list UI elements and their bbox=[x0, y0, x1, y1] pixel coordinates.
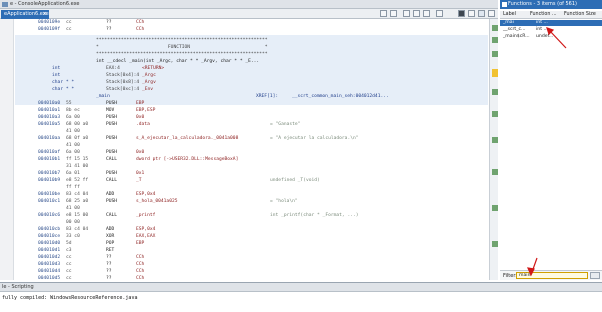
arrow-line-function bbox=[548, 29, 567, 49]
arrow-head-filter bbox=[527, 267, 535, 277]
annotation-arrows bbox=[527, 27, 567, 277]
